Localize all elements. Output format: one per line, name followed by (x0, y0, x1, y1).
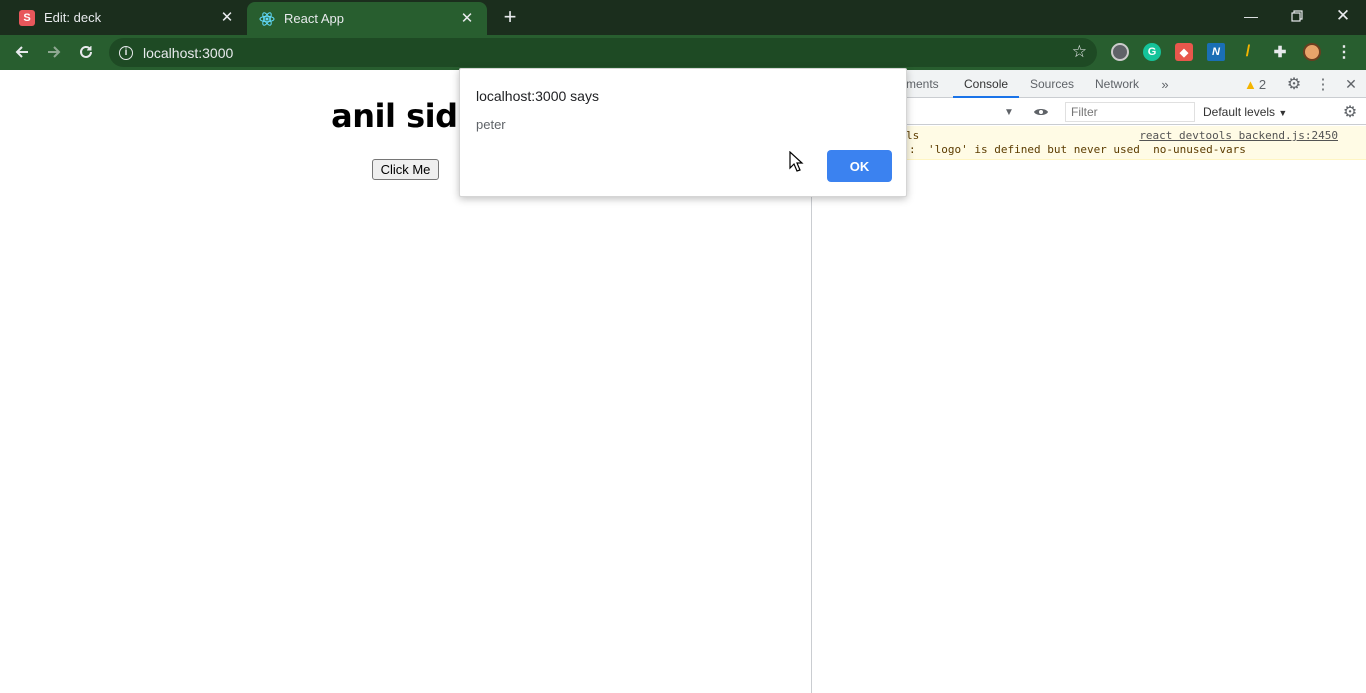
warning-badge[interactable]: ▲ 2 (1240, 70, 1270, 98)
click-me-button[interactable]: Click Me (372, 159, 439, 180)
kebab-menu-icon[interactable]: ⋮ (1313, 70, 1333, 98)
tab-edit-deck[interactable]: S Edit: deck ✕ (0, 0, 247, 35)
eye-icon[interactable] (1030, 99, 1052, 125)
log-levels-dropdown[interactable]: Default levels ▼ (1203, 99, 1287, 125)
extension-record-icon[interactable] (1111, 43, 1129, 61)
dialog-title: localhost:3000 says (476, 88, 599, 104)
tab-elements[interactable]: ments (906, 70, 939, 98)
ok-button[interactable]: OK (827, 150, 892, 182)
extension-n-icon[interactable]: N (1207, 43, 1225, 61)
source-link[interactable]: react devtools backend.js:2450 (1139, 129, 1338, 142)
extensions-puzzle-icon[interactable]: ✚ (1271, 43, 1289, 61)
extension-red-icon[interactable]: ◆ (1175, 43, 1193, 61)
console-line-prefix: : (909, 143, 916, 156)
browser-title-bar: S Edit: deck ✕ React App ✕ + — ✕ (0, 0, 1366, 35)
minimize-icon[interactable]: — (1228, 0, 1274, 32)
console-settings-icon[interactable]: ⚙ (1340, 99, 1360, 125)
close-icon[interactable]: ✕ (459, 10, 475, 27)
mouse-cursor-icon (789, 151, 804, 172)
more-tabs-icon[interactable]: » (1156, 70, 1174, 98)
settings-icon[interactable]: ⚙ (1284, 70, 1304, 98)
tab-label: React App (284, 11, 344, 26)
close-devtools-icon[interactable]: ✕ (1341, 70, 1361, 98)
reload-icon[interactable] (74, 40, 98, 64)
close-icon[interactable]: ✕ (219, 9, 235, 26)
dialog-message: peter (476, 117, 506, 132)
warning-icon: ▲ (1243, 76, 1257, 92)
chevron-down-icon: ▼ (1278, 108, 1288, 118)
browser-toolbar: i localhost:3000 ☆ G ◆ N / ✚ ⋮ (0, 35, 1366, 70)
tab-favicon: S (19, 9, 35, 26)
new-tab-button[interactable]: + (499, 6, 521, 28)
info-icon[interactable]: i (119, 45, 133, 60)
tab-sources[interactable]: Sources (1030, 70, 1074, 98)
log-levels-label: Default levels (1203, 105, 1276, 119)
star-icon[interactable]: ☆ (1072, 43, 1087, 61)
menu-icon[interactable]: ⋮ (1335, 43, 1353, 61)
console-line-text: 'logo' is defined but never used no-unus… (928, 143, 1246, 156)
tab-react-app[interactable]: React App ✕ (247, 2, 487, 35)
console-filter-input[interactable] (1065, 102, 1195, 122)
forward-icon[interactable] (42, 40, 66, 64)
console-line-prefix: ls (906, 129, 920, 142)
tab-console[interactable]: Console (953, 70, 1020, 98)
address-bar[interactable]: i localhost:3000 ☆ (109, 38, 1097, 67)
warning-count: 2 (1258, 76, 1267, 92)
pencil-icon[interactable]: / (1239, 43, 1257, 61)
grammarly-icon[interactable]: G (1143, 43, 1161, 61)
tab-network[interactable]: Network (1095, 70, 1139, 98)
alert-dialog: localhost:3000 says peter OK (459, 68, 907, 197)
avatar[interactable] (1303, 43, 1321, 61)
react-icon (259, 11, 275, 27)
tab-label: Edit: deck (44, 10, 102, 25)
restore-icon[interactable] (1274, 0, 1320, 32)
close-window-icon[interactable]: ✕ (1320, 0, 1366, 32)
back-icon[interactable] (10, 40, 34, 64)
context-dropdown-icon[interactable]: ▼ (1002, 99, 1016, 125)
address-url: localhost:3000 (143, 44, 234, 61)
